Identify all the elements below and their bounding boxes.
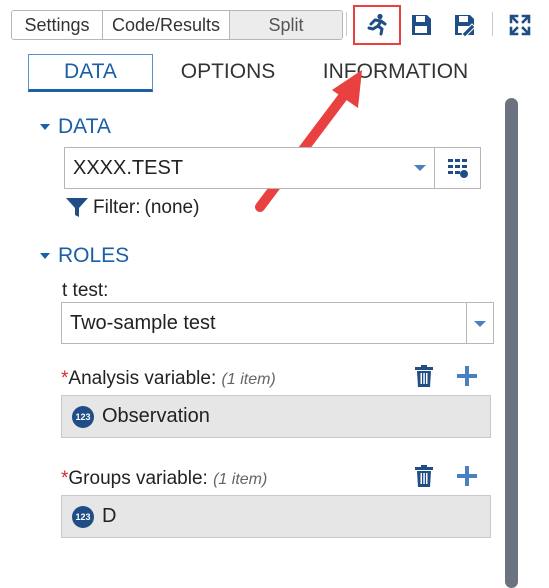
annotation-arrow <box>255 70 362 212</box>
view-toggle: Settings Code/Results Split <box>11 10 343 40</box>
plus-icon <box>457 366 477 386</box>
browse-data-button[interactable] <box>434 147 481 189</box>
add-analysis-button[interactable] <box>455 364 479 388</box>
split-button[interactable]: Split <box>230 11 342 39</box>
select-divider <box>466 303 467 343</box>
toolbar-divider <box>346 12 347 36</box>
toolbar-divider <box>492 12 493 36</box>
data-section-title: DATA <box>58 115 111 138</box>
scrollbar[interactable] <box>505 98 518 588</box>
add-groups-button[interactable] <box>455 464 479 488</box>
trash-icon <box>415 465 433 487</box>
data-section-header[interactable]: DATA <box>40 115 111 139</box>
expand-icon <box>509 14 531 36</box>
code-results-button[interactable]: Code/Results <box>103 11 230 39</box>
analysis-item-count: (1 item) <box>221 371 276 388</box>
collapse-icon <box>40 253 50 259</box>
highlight-box <box>353 5 401 45</box>
chevron-down-icon <box>474 321 486 327</box>
plus-icon <box>457 466 477 486</box>
trash-icon <box>415 365 433 387</box>
delete-analysis-button[interactable] <box>412 364 436 388</box>
delete-groups-button[interactable] <box>412 464 436 488</box>
filter-label: Filter: <box>93 197 141 218</box>
groups-variable-list[interactable]: 123 D <box>61 495 491 538</box>
roles-section-title: ROLES <box>58 244 130 267</box>
numeric-variable-icon: 123 <box>72 405 94 428</box>
ttest-label: t test: <box>62 280 109 301</box>
ttest-select[interactable]: Two-sample test <box>61 302 494 344</box>
ttest-value: Two-sample test <box>70 311 216 334</box>
groups-variable-label-row: *Groups variable: (1 item) <box>61 468 267 490</box>
table-select-icon <box>447 159 468 178</box>
tab-data[interactable]: DATA <box>28 54 153 92</box>
groups-item-count: (1 item) <box>213 471 268 488</box>
numeric-variable-icon: 123 <box>72 505 94 528</box>
groups-variable-label: Groups variable: <box>68 468 208 489</box>
dataset-value: XXXX.TEST <box>73 156 184 179</box>
analysis-variable-label-row: *Analysis variable: (1 item) <box>61 368 276 390</box>
collapse-icon <box>40 124 50 130</box>
save-as-button[interactable] <box>448 9 480 41</box>
filter-icon <box>66 198 88 217</box>
analysis-variable-label: Analysis variable: <box>68 368 217 389</box>
save-as-icon <box>455 15 476 37</box>
analysis-variable-list[interactable]: 123 Observation <box>61 395 491 438</box>
save-button[interactable] <box>405 9 437 41</box>
roles-section-header[interactable]: ROLES <box>40 244 129 268</box>
chevron-down-icon <box>414 165 426 171</box>
save-icon <box>412 15 431 35</box>
filter-value: (none) <box>144 197 200 218</box>
filter-row: Filter: (none) <box>65 197 199 219</box>
dataset-select[interactable]: XXXX.TEST <box>64 147 435 189</box>
settings-button[interactable]: Settings <box>12 11 103 39</box>
groups-variable-item[interactable]: D <box>102 505 116 528</box>
analysis-variable-item[interactable]: Observation <box>102 405 210 428</box>
expand-button[interactable] <box>504 9 536 41</box>
